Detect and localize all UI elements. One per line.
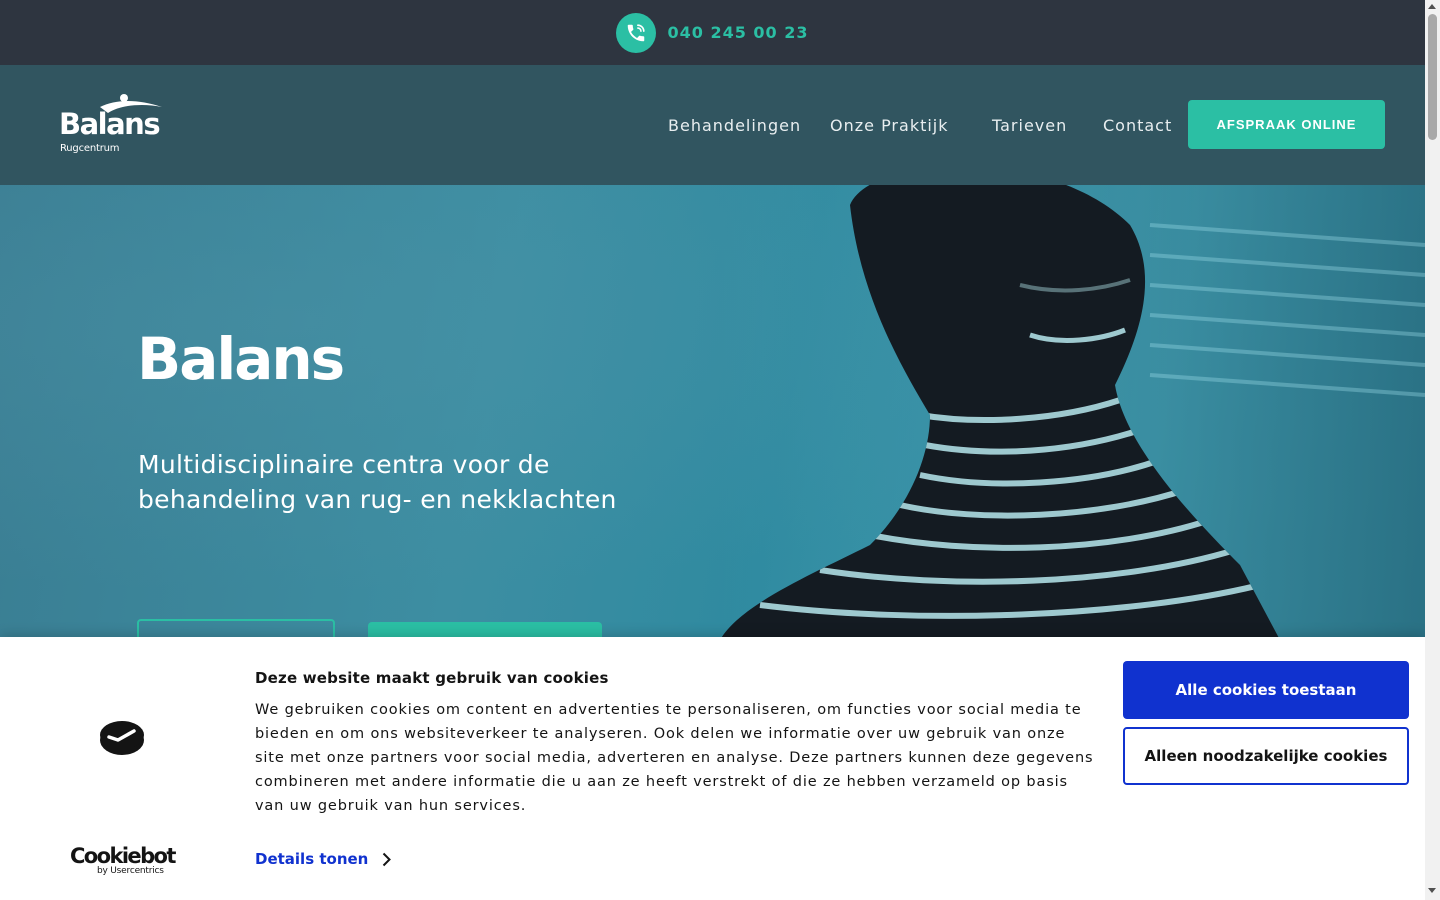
cookiebot-logo: Cookiebot xyxy=(70,844,176,868)
afspraak-online-button[interactable]: AFSPRAAK ONLINE xyxy=(1188,100,1385,149)
allow-all-cookies-button[interactable]: Alle cookies toestaan xyxy=(1123,661,1409,719)
scroll-down-arrow-icon[interactable] xyxy=(1428,888,1436,893)
details-toggle-link[interactable]: Details tonen xyxy=(255,850,392,868)
necessary-cookies-button[interactable]: Alleen noodzakelijke cookies xyxy=(1123,727,1409,785)
hero-subtitle: Multidisciplinaire centra voor de behand… xyxy=(138,450,617,514)
phone-ringing-icon[interactable] xyxy=(616,12,657,53)
page-scrollbar[interactable] xyxy=(1425,0,1440,900)
hero-title: Balans xyxy=(137,325,345,393)
cookie-title: Deze website maakt gebruik van cookies xyxy=(255,669,609,687)
page-viewport: 040 245 00 23 Balans Rugcentrum Behandel… xyxy=(0,0,1425,900)
balans-logo[interactable]: Balans Rugcentrum xyxy=(58,93,168,155)
nav-contact[interactable]: Contact xyxy=(1103,116,1172,135)
cookiebot-icon xyxy=(100,721,144,755)
hero-woman-image xyxy=(720,185,1425,640)
details-link-label: Details tonen xyxy=(255,850,369,868)
nav-behandelingen[interactable]: Behandelingen xyxy=(668,116,801,135)
cookiebot-logo-sub: by Usercentrics xyxy=(97,866,164,876)
phone-number-link[interactable]: 040 245 00 23 xyxy=(667,23,808,42)
cookie-description: We gebruiken cookies om content en adver… xyxy=(255,702,1094,814)
cookie-consent-banner: Cookiebot by Usercentrics Deze website m… xyxy=(0,637,1425,900)
site-header: Balans Rugcentrum Behandelingen Onze Pra… xyxy=(0,65,1425,185)
scrollbar-thumb[interactable] xyxy=(1428,14,1437,140)
hero-section: Balans Multidisciplinaire centra voor de… xyxy=(0,185,1425,640)
nav-tarieven[interactable]: Tarieven xyxy=(992,116,1067,135)
scroll-up-arrow-icon[interactable] xyxy=(1428,4,1436,9)
chevron-right-icon xyxy=(383,852,392,866)
top-contact-bar: 040 245 00 23 xyxy=(0,0,1425,65)
logo-tagline: Rugcentrum xyxy=(60,143,120,154)
nav-onze-praktijk[interactable]: Onze Praktijk xyxy=(830,116,949,135)
logo-wordmark: Balans xyxy=(59,107,161,141)
